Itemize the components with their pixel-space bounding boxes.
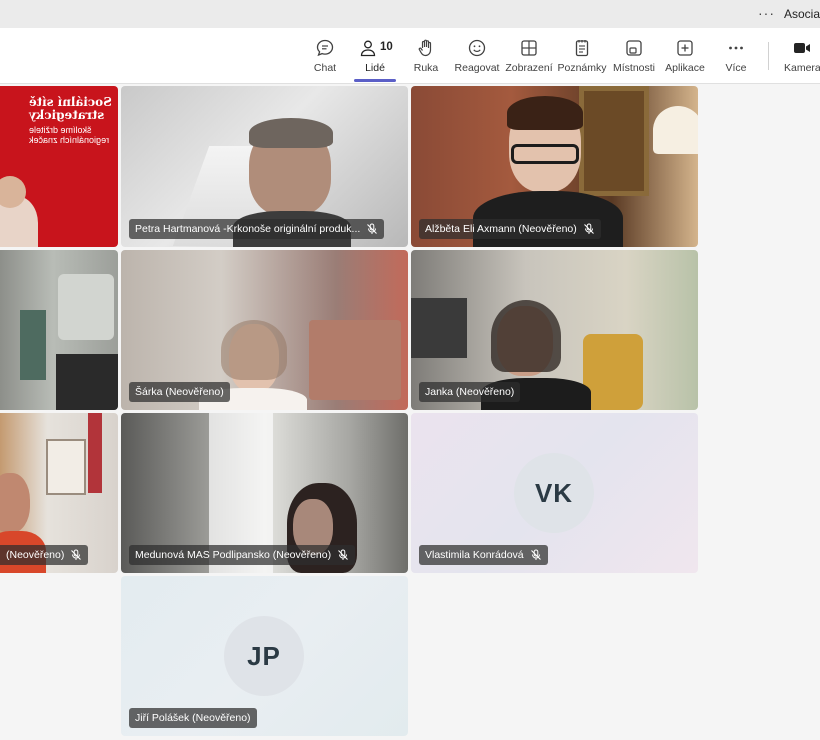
participant-name-tag: Šárka (Neověřeno) [129, 382, 230, 402]
window-title: Asociac [784, 7, 820, 21]
participant-name-tag: Alžběta Eli Axmann (Neověřeno) [419, 219, 601, 239]
more-horizontal-icon [729, 46, 743, 50]
participant-name-tag: Petra Hartmanová -Krkonoše originální pr… [129, 219, 385, 239]
video-tile[interactable]: Petra Hartmanová -Krkonoše originální pr… [121, 86, 408, 247]
participant-name: Vlastimila Konrádová [425, 549, 524, 561]
breakout-rooms-icon [626, 40, 642, 56]
mic-muted-icon [367, 223, 378, 234]
participant-name: Petra Hartmanová -Krkonoše originální pr… [135, 223, 361, 235]
apps-label: Aplikace [665, 62, 705, 74]
participant-name: Šárka (Neověřeno) [135, 386, 224, 398]
background-lamp [653, 106, 698, 154]
hand-icon [418, 39, 432, 57]
window-title-bar: ··· Asociac [0, 0, 820, 28]
participant-name-tag: Medunová MAS Podlipansko (Neověřeno) [129, 545, 356, 565]
active-tab-indicator [354, 79, 396, 82]
participant-count-badge: 10 [380, 41, 393, 53]
background-window [579, 86, 649, 196]
slide-line-2: strategicky [29, 108, 105, 122]
notes-icon [575, 40, 589, 57]
camera-label: Kamera [784, 62, 820, 74]
camera-button[interactable]: Kamera [784, 28, 820, 84]
mic-muted-icon [530, 549, 541, 560]
toolbar-divider [768, 42, 769, 70]
notes-button[interactable]: Poznámky [557, 28, 607, 84]
title-more-button[interactable]: ··· [758, 5, 775, 21]
background-shelf [20, 310, 46, 380]
mic-muted-icon [71, 549, 82, 560]
slide-line-3: školíme držitele [29, 125, 92, 135]
participant-name: Janka (Neověřeno) [425, 386, 515, 398]
participant-hair [491, 300, 561, 372]
apps-button[interactable]: Aplikace [665, 28, 705, 84]
people-label: Lidé [365, 62, 385, 74]
background-chair [58, 274, 114, 340]
people-button[interactable]: Lidé [355, 28, 395, 84]
background-flag [88, 413, 102, 493]
mic-muted-icon [338, 549, 348, 560]
raise-hand-button[interactable]: Ruka [412, 28, 440, 84]
participant-hair [221, 320, 287, 380]
view-label: Zobrazení [505, 62, 553, 74]
slide-text: Sociální sítě strategicky školíme držite… [29, 95, 112, 145]
rooms-button[interactable]: Místnosti [613, 28, 655, 84]
participant-hair [507, 96, 583, 130]
participant-name: (Neověřeno) [6, 549, 65, 561]
participant-hair [249, 118, 333, 148]
slide-line-4: regionálních značek [29, 135, 110, 145]
video-tile[interactable]: Janka (Neověřeno) [411, 250, 698, 410]
meeting-toolbar: Chat Lidé 10 Ruka Reagovat Zobrazení Poz… [0, 28, 820, 84]
participant-avatar: JP [224, 616, 304, 696]
video-tile[interactable]: (Neověřeno) [0, 413, 118, 573]
shared-content-tile[interactable]: Sociální sítě strategicky školíme držite… [0, 86, 118, 247]
participant-face [0, 473, 30, 533]
background-screen [411, 298, 467, 358]
participant-name-tag: Janka (Neověřeno) [419, 382, 521, 402]
video-tile[interactable] [0, 250, 118, 410]
video-tile[interactable]: VK Vlastimila Konrádová [411, 413, 698, 573]
chat-icon [316, 39, 334, 57]
background-chair [583, 334, 643, 410]
add-app-icon [677, 40, 693, 56]
mic-muted-icon [583, 223, 594, 234]
background-item [309, 320, 401, 400]
grid-view-icon [521, 40, 537, 56]
video-tile[interactable]: Alžběta Eli Axmann (Neověřeno) [411, 86, 698, 247]
people-icon [360, 40, 376, 57]
react-button[interactable]: Reagovat [455, 28, 499, 84]
participant-glasses [511, 144, 579, 164]
chat-button[interactable]: Chat [309, 28, 341, 84]
background-furniture [56, 354, 118, 410]
video-tile[interactable]: Šárka (Neověřeno) [121, 250, 408, 410]
view-button[interactable]: Zobrazení [505, 28, 553, 84]
participant-name: Jiří Polášek (Neověřeno) [135, 712, 251, 724]
participant-name: Alžběta Eli Axmann (Neověřeno) [425, 223, 577, 235]
participant-name: Medunová MAS Podlipansko (Neověřeno) [135, 549, 332, 561]
chat-label: Chat [313, 62, 337, 74]
rooms-label: Místnosti [613, 62, 656, 74]
react-label: Reagovat [454, 62, 500, 74]
raise-hand-label: Ruka [413, 62, 439, 74]
more-button[interactable]: Více [722, 28, 750, 84]
participant-name-tag: (Neověřeno) [0, 545, 89, 565]
background-picture [46, 439, 86, 495]
emoji-icon [468, 39, 486, 57]
notes-label: Poznámky [557, 62, 607, 74]
camera-icon [794, 43, 810, 53]
video-tile[interactable]: Medunová MAS Podlipansko (Neověřeno) [121, 413, 408, 573]
participant-name-tag: Jiří Polášek (Neověřeno) [129, 708, 257, 728]
participant-avatar: VK [514, 453, 594, 533]
participant-name-tag: Vlastimila Konrádová [419, 545, 548, 565]
more-label: Více [725, 62, 747, 74]
video-tile[interactable]: JP Jiří Polášek (Neověřeno) [121, 576, 408, 736]
